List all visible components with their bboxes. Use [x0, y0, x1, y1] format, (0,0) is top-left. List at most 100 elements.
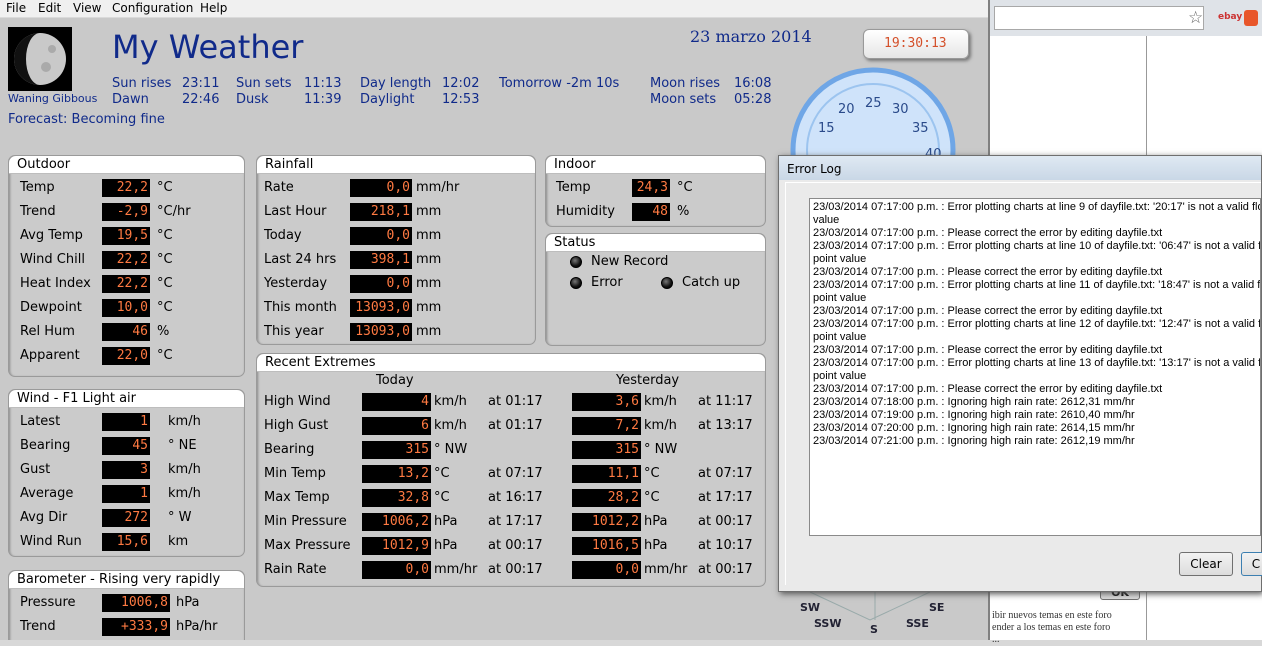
- rainfall-title: Rainfall: [257, 156, 535, 174]
- rainfall-row-unit: mm: [416, 204, 442, 219]
- extremes-today-value: 1012,9: [362, 537, 431, 555]
- rainfall-row-value: 398,1: [350, 251, 412, 269]
- log-line: 23/03/2014 07:19:00 p.m. : Ignoring high…: [813, 409, 1135, 421]
- day-length-value: 12:02: [442, 76, 480, 91]
- extremes-row-label: Min Pressure: [264, 514, 347, 529]
- extremes-yesterday-header: Yesterday: [616, 373, 680, 388]
- error-label: Error: [591, 275, 623, 290]
- moon-rises-value: 16:08: [734, 76, 772, 91]
- extremes-yesterday-value: 28,2: [572, 489, 641, 507]
- dawn-value: 22:46: [182, 92, 220, 107]
- wind-row-label: Latest: [20, 414, 61, 429]
- extremes-row-label: Max Temp: [264, 490, 330, 505]
- extremes-yesterday-time: at 11:17: [698, 394, 753, 409]
- dusk-value: 11:39: [304, 92, 342, 107]
- outdoor-row-unit: °C: [157, 276, 173, 291]
- indoor-row-value: 48: [632, 203, 670, 221]
- rainfall-row-label: This year: [264, 324, 324, 339]
- outdoor-row-unit: %: [157, 324, 170, 339]
- outdoor-row-label: Dewpoint: [20, 300, 82, 315]
- temperature-gauge: 15 20 25 30 35 40: [790, 67, 956, 170]
- outdoor-row-value: 46: [102, 323, 150, 341]
- error-log-title[interactable]: Error Log: [779, 156, 1261, 180]
- extremes-yesterday-time: at 07:17: [698, 466, 753, 481]
- log-line: 23/03/2014 07:17:00 p.m. : Please correc…: [813, 266, 1163, 278]
- extremes-today-header: Today: [376, 373, 414, 388]
- extremes-today-time: at 16:17: [488, 490, 543, 505]
- compass-label: SE: [929, 601, 944, 614]
- browser-text-line: ibir nuevos temas en este foro: [992, 610, 1112, 621]
- gauge-tick: 30: [892, 102, 909, 117]
- outdoor-row-unit: °C: [157, 252, 173, 267]
- log-line: point value: [813, 253, 867, 265]
- wind-row-label: Average: [20, 486, 74, 501]
- menu-edit[interactable]: Edit: [38, 1, 61, 15]
- barometer-row-value: +333,9: [102, 618, 170, 636]
- error-indicator[interactable]: [570, 277, 582, 289]
- browser-page-text: ibir nuevos temas en este foro ender a l…: [992, 610, 1112, 646]
- date-display: 23 marzo 2014: [690, 27, 812, 46]
- log-line: 23/03/2014 07:17:00 p.m. : Please correc…: [813, 227, 1163, 239]
- address-bar[interactable]: [994, 6, 1204, 30]
- menu-configuration[interactable]: Configuration: [112, 1, 193, 15]
- browser-text-line: ender a los temas en este foro: [992, 622, 1111, 633]
- star-icon[interactable]: ☆: [1188, 8, 1203, 28]
- menu-view[interactable]: View: [73, 1, 101, 15]
- menu-file[interactable]: File: [6, 1, 26, 15]
- extremes-today-value: 32,8: [362, 489, 431, 507]
- extremes-yesterday-unit: km/h: [644, 394, 677, 409]
- extremes-today-time: at 00:17: [488, 562, 543, 577]
- error-log-text[interactable]: 23/03/2014 07:17:00 p.m. : Error plottin…: [809, 198, 1261, 536]
- rainfall-row-value: 218,1: [350, 203, 412, 221]
- extremes-row-label: High Gust: [264, 418, 329, 433]
- outdoor-row-unit: °C/hr: [157, 204, 191, 219]
- extremes-yesterday-value: 7,2: [572, 417, 641, 435]
- moon-sets-value: 05:28: [734, 92, 772, 107]
- extremes-yesterday-value: 1012,2: [572, 513, 641, 531]
- log-line: 23/03/2014 07:20:00 p.m. : Ignoring high…: [813, 422, 1135, 434]
- catch-up-indicator: [661, 277, 673, 289]
- rainfall-row-label: Last Hour: [264, 204, 327, 219]
- outdoor-row-unit: °C: [157, 228, 173, 243]
- rainfall-row-label: Today: [264, 228, 302, 243]
- indoor-row-value: 24,3: [632, 179, 670, 197]
- clear-button[interactable]: Clear: [1179, 552, 1233, 576]
- catch-up-label: Catch up: [682, 275, 741, 290]
- extremes-today-unit: mm/hr: [434, 562, 478, 577]
- moon-phase-label: Waning Gibbous: [8, 92, 98, 105]
- rainfall-row-unit: mm: [416, 324, 442, 339]
- gauge-tick: 15: [818, 121, 835, 136]
- rainfall-row-unit: mm: [416, 252, 442, 267]
- outdoor-row-value: 10,0: [102, 299, 150, 317]
- compass-label: SW: [800, 601, 820, 614]
- barometer-row-unit: hPa/hr: [176, 619, 218, 634]
- log-line: 23/03/2014 07:21:00 p.m. : Ignoring high…: [813, 435, 1135, 447]
- extremes-row-label: Max Pressure: [264, 538, 351, 553]
- extremes-row-label: High Wind: [264, 394, 331, 409]
- log-line: 23/03/2014 07:17:00 p.m. : Please correc…: [813, 305, 1163, 317]
- wind-row-unit: ° NE: [168, 438, 197, 453]
- close-button[interactable]: C: [1241, 552, 1262, 576]
- rainfall-row-label: Last 24 hrs: [264, 252, 337, 267]
- outdoor-row-unit: °C: [157, 180, 173, 195]
- log-line: point value: [813, 292, 867, 304]
- outdoor-row-value: 22,2: [102, 275, 150, 293]
- extremes-today-unit: hPa: [434, 538, 458, 553]
- extremes-today-unit: km/h: [434, 394, 467, 409]
- extremes-yesterday-time: at 00:17: [698, 514, 753, 529]
- extremes-today-value: 1006,2: [362, 513, 431, 531]
- rainfall-row-label: Rate: [264, 180, 294, 195]
- extremes-row-label: Min Temp: [264, 466, 326, 481]
- wind-row-value: 15,6: [102, 533, 150, 551]
- outdoor-row-value: 19,5: [102, 227, 150, 245]
- dawn-label: Dawn: [112, 92, 149, 107]
- extremes-yesterday-time: at 17:17: [698, 490, 753, 505]
- extension-icon[interactable]: [1244, 10, 1258, 26]
- ebay-icon[interactable]: ebay: [1218, 12, 1242, 22]
- wind-compass: SW SSW S SSE SE: [800, 590, 944, 636]
- menu-help[interactable]: Help: [200, 1, 227, 15]
- barometer-row-label: Pressure: [20, 595, 76, 610]
- extremes-yesterday-time: at 10:17: [698, 538, 753, 553]
- moon-sets-label: Moon sets: [650, 92, 717, 107]
- new-record-label: New Record: [591, 254, 669, 269]
